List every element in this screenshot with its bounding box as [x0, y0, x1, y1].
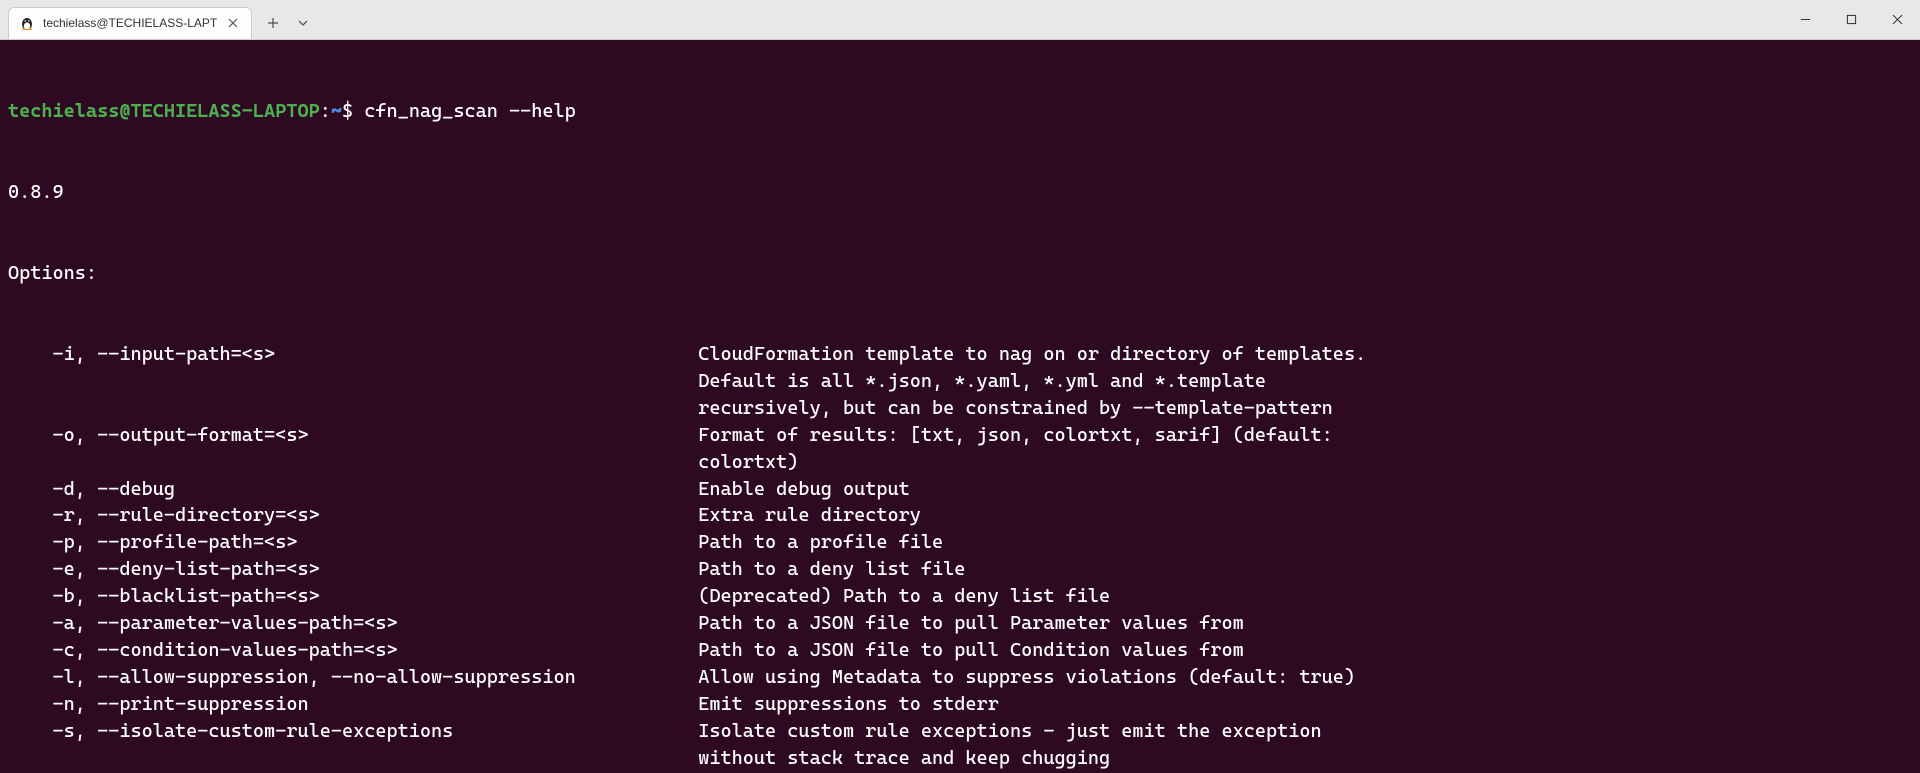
- new-tab-button[interactable]: [258, 8, 288, 38]
- option-row: -e, --deny-list-path=<s> Path to a deny …: [8, 556, 1912, 583]
- option-row: -i, --input-path=<s> CloudFormation temp…: [8, 341, 1912, 368]
- terminal-viewport[interactable]: techielass@TECHIELASS-LAPTOP:~$ cfn_nag_…: [0, 40, 1920, 773]
- option-continuation: recursively, but can be constrained by -…: [8, 395, 1912, 422]
- tab-close-button[interactable]: [225, 15, 241, 31]
- prompt-dollar: $: [342, 100, 353, 122]
- version-output: 0.8.9: [8, 179, 1912, 206]
- tab-title: techielass@TECHIELASS-LAPT: [43, 16, 217, 30]
- prompt-line: techielass@TECHIELASS-LAPTOP:~$ cfn_nag_…: [8, 98, 1912, 125]
- tab-dropdown-button[interactable]: [288, 8, 318, 38]
- options-list: -i, --input-path=<s> CloudFormation temp…: [8, 341, 1912, 773]
- terminal-tab[interactable]: techielass@TECHIELASS-LAPT: [8, 7, 252, 39]
- window-controls: [1782, 0, 1920, 40]
- option-row: -a, --parameter-values-path=<s> Path to …: [8, 610, 1912, 637]
- option-continuation: without stack trace and keep chugging: [8, 745, 1912, 772]
- window-close-button[interactable]: [1874, 0, 1920, 40]
- window-titlebar: techielass@TECHIELASS-LAPT: [0, 0, 1920, 40]
- options-header: Options:: [8, 260, 1912, 287]
- option-row: -p, --profile-path=<s> Path to a profile…: [8, 529, 1912, 556]
- prompt-path: ~: [331, 100, 342, 122]
- tux-icon: [19, 15, 35, 31]
- option-row: -c, --condition-values-path=<s> Path to …: [8, 637, 1912, 664]
- prompt-user: techielass@TECHIELASS-LAPTOP: [8, 100, 320, 122]
- prompt-colon: :: [320, 100, 331, 122]
- option-row: -r, --rule-directory=<s> Extra rule dire…: [8, 502, 1912, 529]
- option-continuation: colortxt): [8, 449, 1912, 476]
- maximize-button[interactable]: [1828, 0, 1874, 40]
- option-row: -s, --isolate-custom-rule-exceptions Iso…: [8, 718, 1912, 745]
- minimize-button[interactable]: [1782, 0, 1828, 40]
- command-text: [353, 100, 364, 122]
- option-row: -n, --print-suppression Emit suppression…: [8, 691, 1912, 718]
- command: cfn_nag_scan --help: [364, 100, 576, 122]
- option-row: -d, --debug Enable debug output: [8, 476, 1912, 503]
- option-row: -l, --allow-suppression, --no-allow-supp…: [8, 664, 1912, 691]
- option-row: -o, --output-format=<s> Format of result…: [8, 422, 1912, 449]
- option-continuation: Default is all *.json, *.yaml, *.yml and…: [8, 368, 1912, 395]
- option-row: -b, --blacklist-path=<s> (Deprecated) Pa…: [8, 583, 1912, 610]
